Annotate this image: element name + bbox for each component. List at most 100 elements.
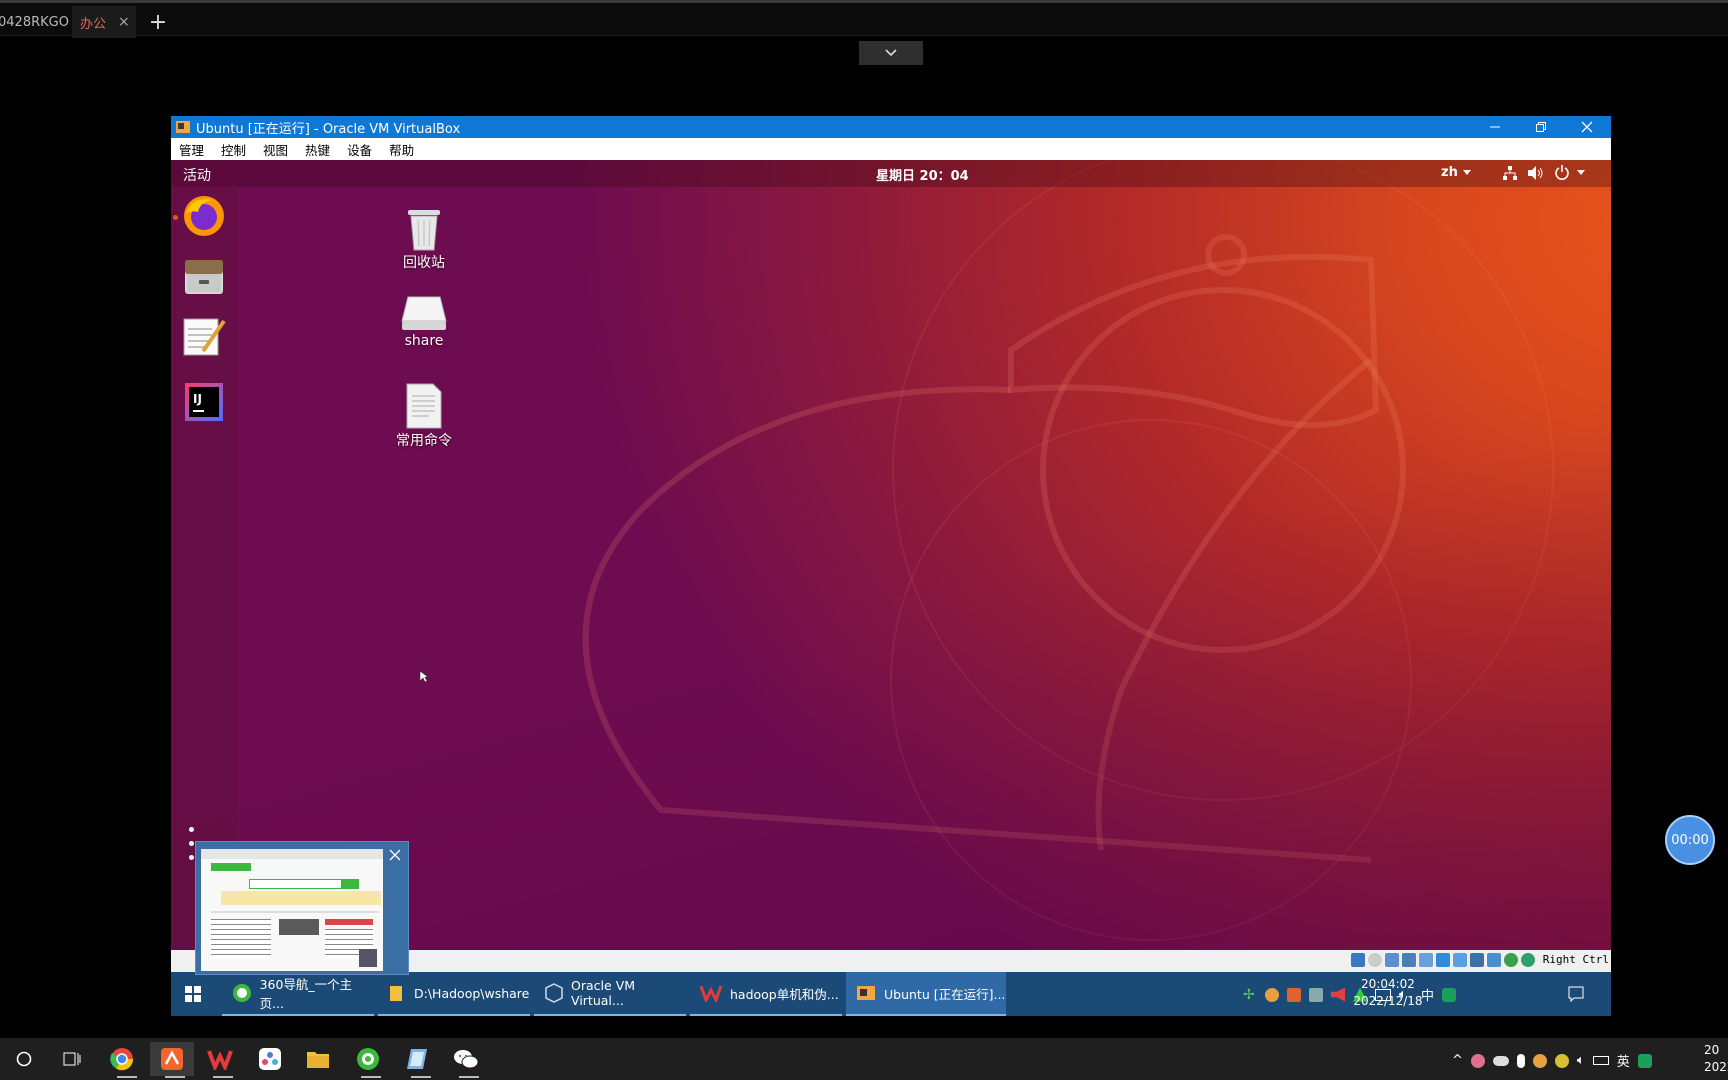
tray-app-icon[interactable] [1470,1053,1485,1068]
menu-help[interactable]: 帮助 [389,140,414,159]
file-cabinet-icon [185,260,223,294]
running-indicator [213,1076,233,1078]
running-indicator [117,1076,137,1078]
restore-button[interactable] [1518,116,1564,138]
host-app-notes[interactable] [396,1042,440,1076]
host-app-wechat[interactable] [444,1042,488,1076]
taskbar-thumbnail-preview[interactable] [195,841,409,975]
screen-recorder-timer[interactable]: 00:00 [1665,815,1715,865]
menu-view[interactable]: 视图 [263,140,288,159]
menu-manage[interactable]: 管理 [179,140,204,159]
close-icon[interactable] [388,848,402,862]
tray-app-icon[interactable] [1309,987,1323,1002]
ubuntu-dock: IJ [171,187,237,950]
inner-task-wps[interactable]: hadoop单机和伪... [690,972,842,1016]
show-apps-dots[interactable] [189,827,194,865]
volume-icon[interactable] [1528,166,1544,180]
firefox-launcher[interactable] [181,193,227,239]
task-view-button[interactable] [50,1042,94,1076]
notification-icon[interactable] [1568,986,1584,1002]
inner-start-button[interactable] [171,972,217,1016]
volume-icon[interactable]: 🔈︎ [1577,1053,1585,1068]
host-app-360[interactable] [346,1042,390,1076]
host-app-explorer[interactable] [296,1042,340,1076]
tray-app-icon[interactable] [1554,1053,1569,1068]
sogou-icon[interactable] [1637,1053,1652,1068]
close-icon[interactable]: × [118,14,130,30]
add-tab-button[interactable]: + [148,6,168,38]
language-indicator[interactable]: zh [1441,165,1458,180]
menu-control[interactable]: 控制 [221,140,246,159]
host-clock[interactable]: 20 2022 [1704,1042,1728,1076]
wallpaper-shade [171,160,1611,950]
optical-drive-icon[interactable] [1368,953,1382,967]
host-taskbar: ^ 🔈︎ 英 20 2022 [0,1038,1728,1080]
close-window-button[interactable] [1564,116,1610,138]
chevron-down-icon [1463,170,1471,175]
windows-logo-icon [185,986,201,1002]
desktop-icon-commands[interactable]: 常用命令 [374,382,474,450]
network-icon[interactable] [1503,166,1517,180]
microphone-icon[interactable] [1516,1053,1525,1068]
collapse-toolbar-button[interactable] [859,41,923,65]
virtualbox-icon [545,983,563,1003]
remote-desktop-icon [161,1048,183,1070]
text-editor-launcher[interactable] [181,314,227,360]
running-indicator [165,1076,185,1078]
power-icon[interactable] [1555,165,1569,180]
firefox-icon [184,196,224,236]
remote-tab-host[interactable]: 0428RKGO [0,6,72,38]
tray-app-icon[interactable] [1287,987,1301,1002]
network-icon[interactable] [1402,953,1416,967]
files-launcher[interactable] [181,254,227,300]
inner-task-ubuntu[interactable]: Ubuntu [正在运行]... [846,972,1006,1016]
qq-icon[interactable] [1265,987,1279,1002]
minimize-button[interactable] [1472,116,1518,138]
running-indicator [459,1076,479,1078]
usb-icon[interactable] [1419,953,1433,967]
qq-icon[interactable] [1532,1053,1547,1068]
mouse-cursor-icon [419,670,429,683]
cloud-icon[interactable] [1492,1055,1509,1066]
inner-task-explorer[interactable]: D:\Hadoop\wshare [378,972,530,1016]
audio-icon[interactable] [1385,953,1399,967]
inner-task-virtualbox[interactable]: Oracle VM Virtual... [534,972,686,1016]
host-clock-time: 20 [1704,1043,1720,1057]
shared-folder-icon[interactable] [1436,953,1450,967]
desktop-icon-trash[interactable]: 回收站 [374,204,474,272]
activities-button[interactable]: 活动 [183,165,211,185]
desktop-icon-share[interactable]: share [374,295,474,349]
wps-icon [700,985,722,1002]
chevron-up-icon[interactable]: ^ [1452,1053,1463,1068]
ime-indicator[interactable]: 英 [1617,1051,1630,1070]
ubuntu-desktop[interactable]: 活动 星期日 20：04 zh IJ 回收站 share 常用命令 [171,160,1611,950]
inner-taskbar: 360导航_一个主页... D:\Hadoop\wshare Oracle VM… [171,972,1611,1016]
display-icon[interactable] [1453,953,1467,967]
running-indicator [411,1076,431,1078]
wps-icon [207,1050,233,1070]
intellij-launcher[interactable]: IJ [181,379,227,425]
clock[interactable]: 星期日 20：04 [876,165,969,184]
cortana-button[interactable] [2,1042,46,1076]
host-app-control[interactable] [248,1042,292,1076]
host-app-wps[interactable] [198,1042,242,1076]
keyboard-capture-icon[interactable] [1521,953,1535,967]
remote-tab-office[interactable]: 办公 × [72,6,136,38]
host-app-chrome[interactable] [100,1042,144,1076]
host-key-label: Right Ctrl [1542,953,1609,966]
recording-icon[interactable] [1470,953,1484,967]
sogou-icon[interactable] [1442,987,1457,1002]
desktop-icon-label: share [404,333,444,349]
cpu-icon[interactable] [1487,953,1501,967]
vbox-title-bar[interactable]: Ubuntu [正在运行] - Oracle VM VirtualBox [171,116,1611,138]
menu-devices[interactable]: 设备 [347,140,372,159]
remote-tab-host-label: 0428RKGO [0,14,69,30]
mouse-integration-icon[interactable] [1504,953,1518,967]
inner-task-360[interactable]: 360导航_一个主页... [222,972,374,1016]
battery-icon[interactable] [1592,1056,1609,1065]
menu-hotkeys[interactable]: 热键 [305,140,330,159]
tray-app-icon[interactable]: ✢ [1243,988,1257,1002]
host-app-remote[interactable] [150,1042,194,1076]
inner-clock[interactable]: 20:04:02 2022/12/18 [1343,976,1433,1010]
hdd-icon[interactable] [1351,953,1365,967]
